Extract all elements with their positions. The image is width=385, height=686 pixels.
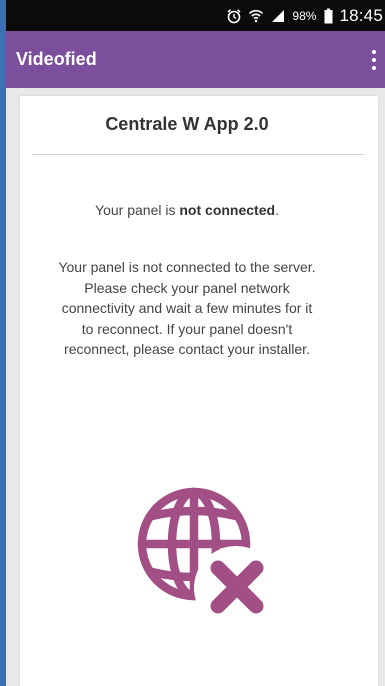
battery-percent: 98%	[292, 8, 317, 23]
divider	[32, 154, 364, 155]
globe-disconnected-icon	[124, 476, 284, 626]
app-title: Videofied	[16, 49, 97, 69]
battery-icon	[324, 8, 333, 23]
alarm-icon	[227, 8, 241, 23]
clock: 18:45	[339, 5, 383, 25]
status-suffix: .	[275, 202, 279, 218]
signal-icon	[272, 9, 285, 22]
status-bar: 98% 18:45	[6, 0, 385, 31]
status-card: Centrale W App 2.0 Your panel is not con…	[20, 96, 378, 686]
app-bar: Videofied	[6, 31, 385, 88]
status-value: not connected	[179, 202, 276, 218]
connection-status: Your panel is not connected.	[20, 202, 354, 218]
status-icons: 98% 18:45	[226, 0, 385, 31]
overflow-menu-icon[interactable]	[367, 45, 381, 75]
wifi-icon	[249, 9, 264, 22]
app-screen: 98% 18:45 Videofied Centrale W App 2.0 Y…	[6, 0, 385, 686]
status-message: Your panel is not connected to the serve…	[58, 259, 316, 357]
status-prefix: Your panel is	[95, 202, 180, 218]
card-title: Centrale W App 2.0	[105, 114, 269, 134]
